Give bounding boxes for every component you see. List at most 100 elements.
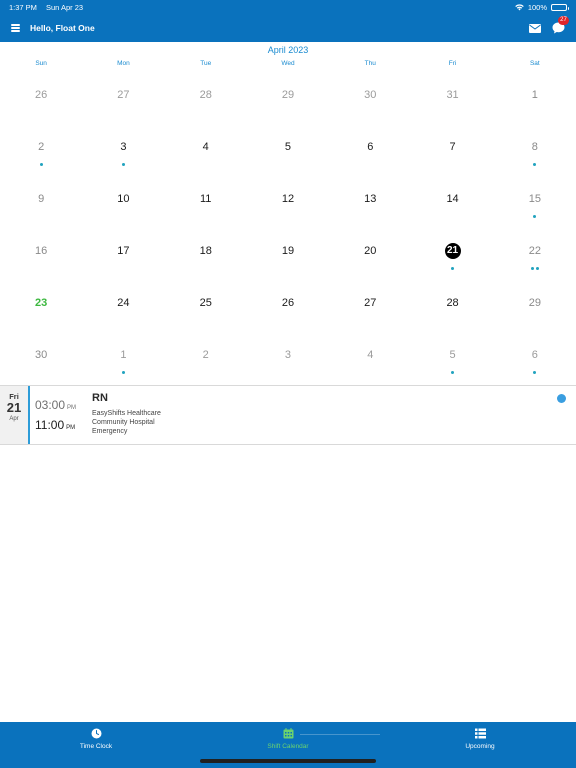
calendar-day[interactable]: 18 bbox=[165, 226, 247, 278]
calendar-day[interactable]: 4 bbox=[329, 330, 411, 382]
calendar-day[interactable]: 26 bbox=[0, 70, 82, 122]
shift-indicator bbox=[411, 267, 493, 270]
calendar-day[interactable]: 3 bbox=[247, 330, 329, 382]
shift-times: 03:00 PM 11:00 PM bbox=[30, 386, 92, 444]
day-number: 1 bbox=[531, 89, 538, 101]
tab-time-clock[interactable]: Time Clock bbox=[0, 722, 192, 768]
shift-calendar: April 2023 Sun Mon Tue Wed Thu Fri Sat 2… bbox=[0, 42, 576, 382]
calendar-day[interactable]: 13 bbox=[329, 174, 411, 226]
day-number: 2 bbox=[202, 349, 209, 361]
status-bar: 1:37 PM Sun Apr 23 100% bbox=[0, 0, 576, 14]
day-number: 20 bbox=[364, 245, 377, 257]
calendar-day[interactable]: 26 bbox=[247, 278, 329, 330]
calendar-day[interactable]: 12 bbox=[247, 174, 329, 226]
day-number: 27 bbox=[117, 89, 130, 101]
calendar-day[interactable]: 30 bbox=[329, 70, 411, 122]
shift-date: Fri 21 Apr bbox=[0, 386, 28, 444]
calendar-day[interactable]: 30 bbox=[0, 330, 82, 382]
shift-dot bbox=[121, 371, 125, 374]
shift-indicator bbox=[494, 267, 576, 270]
shift-card[interactable]: Fri 21 Apr 03:00 PM 11:00 PM RN EasyShif… bbox=[0, 386, 576, 444]
day-number: 3 bbox=[120, 141, 127, 153]
calendar-day[interactable]: 1 bbox=[82, 330, 164, 382]
battery-icon bbox=[551, 3, 569, 11]
shift-dot bbox=[451, 371, 455, 374]
calendar-day[interactable]: 25 bbox=[165, 278, 247, 330]
status-time: 1:37 PM bbox=[9, 2, 37, 12]
calendar-day[interactable]: 29 bbox=[494, 278, 576, 330]
day-number: 15 bbox=[528, 193, 541, 205]
calendar-day[interactable]: 4 bbox=[165, 122, 247, 174]
calendar-day[interactable]: 5 bbox=[411, 330, 493, 382]
tab-label: Upcoming bbox=[465, 743, 495, 750]
shift-month: Apr bbox=[9, 416, 19, 422]
calendar-day[interactable]: 14 bbox=[411, 174, 493, 226]
day-number: 24 bbox=[117, 297, 130, 309]
shift-indicator bbox=[82, 371, 164, 374]
shift-facility: Community Hospital bbox=[92, 419, 155, 426]
shift-dot bbox=[530, 267, 534, 270]
calendar-day[interactable]: 28 bbox=[165, 70, 247, 122]
status-date: Sun Apr 23 bbox=[45, 2, 84, 12]
shift-indicator bbox=[494, 163, 576, 166]
calendar-day[interactable]: 27 bbox=[82, 70, 164, 122]
calendar-day-selected[interactable]: 21 bbox=[411, 226, 493, 278]
calendar-day-today[interactable]: 23 bbox=[0, 278, 82, 330]
calendar-day[interactable]: 8 bbox=[494, 122, 576, 174]
calendar-day[interactable]: 3 bbox=[82, 122, 164, 174]
day-number: 23 bbox=[35, 297, 48, 309]
day-number: 16 bbox=[35, 245, 48, 257]
calendar-day[interactable]: 17 bbox=[82, 226, 164, 278]
calendar-day[interactable]: 6 bbox=[329, 122, 411, 174]
day-number: 13 bbox=[364, 193, 377, 205]
day-number: 2 bbox=[38, 141, 45, 153]
calendar-day[interactable]: 22 bbox=[494, 226, 576, 278]
calendar-day[interactable]: 2 bbox=[165, 330, 247, 382]
calendar-day[interactable]: 15 bbox=[494, 174, 576, 226]
weekday-label: Mon bbox=[117, 60, 130, 67]
calendar-day[interactable]: 29 bbox=[247, 70, 329, 122]
calendar-day[interactable]: 24 bbox=[82, 278, 164, 330]
calendar-day[interactable]: 10 bbox=[82, 174, 164, 226]
shift-status-dot bbox=[557, 394, 566, 403]
day-number: 5 bbox=[284, 141, 292, 153]
shift-indicator bbox=[82, 163, 164, 166]
menu-icon[interactable] bbox=[11, 24, 20, 32]
day-number: 30 bbox=[364, 89, 377, 101]
weekday-header: Sun Mon Tue Wed Thu Fri Sat bbox=[0, 58, 576, 70]
chat-badge: 27 bbox=[558, 16, 569, 25]
day-number: 19 bbox=[281, 245, 295, 257]
calendar-day[interactable]: 19 bbox=[247, 226, 329, 278]
day-number: 1 bbox=[120, 349, 127, 361]
calendar-day[interactable]: 16 bbox=[0, 226, 82, 278]
home-indicator bbox=[200, 759, 376, 763]
calendar-day[interactable]: 27 bbox=[329, 278, 411, 330]
calendar-day[interactable]: 20 bbox=[329, 226, 411, 278]
day-number: 6 bbox=[531, 349, 538, 361]
day-number: 14 bbox=[446, 193, 459, 205]
day-number: 18 bbox=[199, 245, 212, 257]
clock-icon bbox=[0, 728, 192, 739]
calendar-day[interactable]: 7 bbox=[411, 122, 493, 174]
day-number: 3 bbox=[284, 349, 292, 361]
calendar-day[interactable]: 6 bbox=[494, 330, 576, 382]
day-number: 29 bbox=[281, 89, 295, 101]
chat-button[interactable]: 27 bbox=[552, 16, 569, 34]
calendar-day[interactable]: 9 bbox=[0, 174, 82, 226]
calendar-day[interactable]: 1 bbox=[494, 70, 576, 122]
tab-label: Shift Calendar bbox=[267, 743, 309, 750]
shift-info: RN EasyShifts Healthcare Community Hospi… bbox=[92, 386, 161, 444]
app-header: Hello, Float One 27 bbox=[0, 14, 576, 42]
weekday-label: Sat bbox=[529, 60, 540, 67]
shift-dot bbox=[535, 267, 539, 270]
day-number: 28 bbox=[199, 89, 212, 101]
calendar-day[interactable]: 5 bbox=[247, 122, 329, 174]
mail-icon[interactable] bbox=[529, 23, 541, 33]
calendar-day[interactable]: 28 bbox=[411, 278, 493, 330]
tab-upcoming[interactable]: Upcoming bbox=[384, 722, 576, 768]
weekday-label: Sun bbox=[35, 60, 47, 67]
calendar-day[interactable]: 11 bbox=[165, 174, 247, 226]
calendar-day[interactable]: 2 bbox=[0, 122, 82, 174]
calendar-day[interactable]: 31 bbox=[411, 70, 493, 122]
shift-end-time: 11:00 bbox=[35, 418, 65, 432]
